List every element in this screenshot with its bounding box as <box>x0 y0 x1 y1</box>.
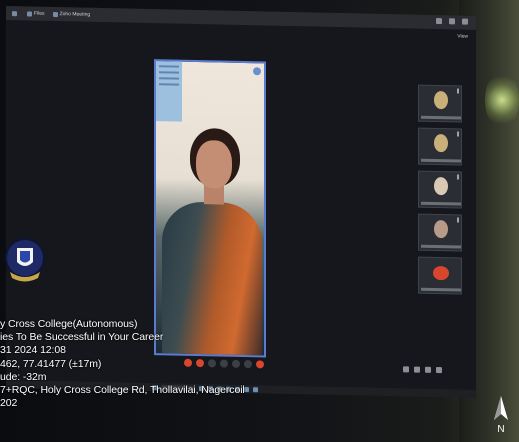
monitor-photo: Files Zoho Meeting View y Cross College(… <box>0 0 519 442</box>
record-icon[interactable] <box>414 366 420 373</box>
taskbar-app-icon[interactable] <box>253 387 258 393</box>
files-icon <box>27 10 32 17</box>
end-call-icon[interactable] <box>256 360 264 369</box>
layout-icon[interactable] <box>403 366 409 373</box>
window-controls <box>436 18 468 25</box>
stamp-line-extra: 202 <box>0 397 18 410</box>
college-crest-icon <box>5 238 45 282</box>
settings-icon[interactable] <box>425 366 431 373</box>
participant-list <box>418 84 466 301</box>
stamp-line-coordinates: 462, 77.41477 (±17m) <box>0 357 102 370</box>
titlebar-item-1[interactable] <box>12 10 19 16</box>
window-titlebar: Files Zoho Meeting <box>6 6 476 30</box>
minimize-icon[interactable] <box>436 18 442 25</box>
participant-avatar <box>434 219 448 239</box>
meeting-icon <box>52 11 58 17</box>
titlebar-item-2[interactable]: Files <box>27 10 45 17</box>
stamp-line-event: ies To Be Successful in Your Career <box>0 331 164 344</box>
fullscreen-icon[interactable] <box>436 367 442 374</box>
maximize-icon[interactable] <box>449 18 455 25</box>
compass-icon: N <box>494 396 508 434</box>
active-speaker-video[interactable] <box>154 59 266 358</box>
more-options-icon[interactable] <box>457 217 459 223</box>
more-options-icon[interactable] <box>457 174 459 180</box>
participant-tile[interactable] <box>418 213 462 252</box>
participant-tile[interactable] <box>418 84 462 123</box>
more-options-icon[interactable] <box>457 131 459 137</box>
gps-stamp: y Cross College(Autonomous) ies To Be Su… <box>0 318 245 410</box>
close-icon[interactable] <box>462 18 468 25</box>
pin-icon[interactable] <box>253 67 261 76</box>
participant-initials-avatar <box>433 265 449 281</box>
reactions-icon[interactable] <box>244 359 252 369</box>
participant-tile[interactable] <box>418 256 462 295</box>
right-toolbar <box>403 366 442 374</box>
participant-avatar <box>434 176 448 196</box>
stamp-line-datetime: 31 2024 12:08 <box>0 344 66 357</box>
participant-name <box>421 201 461 206</box>
participant-name <box>421 244 461 249</box>
participant-tile[interactable] <box>418 127 462 166</box>
participant-avatar <box>434 133 448 153</box>
light-glare <box>485 70 519 130</box>
app-icon <box>12 10 17 16</box>
stamp-line-institution: y Cross College(Autonomous) <box>0 318 138 330</box>
participant-tile[interactable] <box>418 170 462 209</box>
participant-name <box>421 158 461 163</box>
compass-letter: N <box>497 424 504 434</box>
participant-avatar <box>434 90 448 110</box>
stamp-line-address: 7+RQC, Holy Cross College Rd, Thollavila… <box>0 383 245 396</box>
more-options-icon[interactable] <box>457 88 459 94</box>
stamp-line-altitude: ude: -32m <box>0 370 47 383</box>
participant-name <box>421 115 461 120</box>
participant-name <box>421 287 461 292</box>
view-button[interactable]: View <box>457 33 468 39</box>
titlebar-item-3[interactable]: Zoho Meeting <box>52 11 90 18</box>
shared-panel <box>156 61 182 122</box>
speaker-face <box>196 139 232 189</box>
